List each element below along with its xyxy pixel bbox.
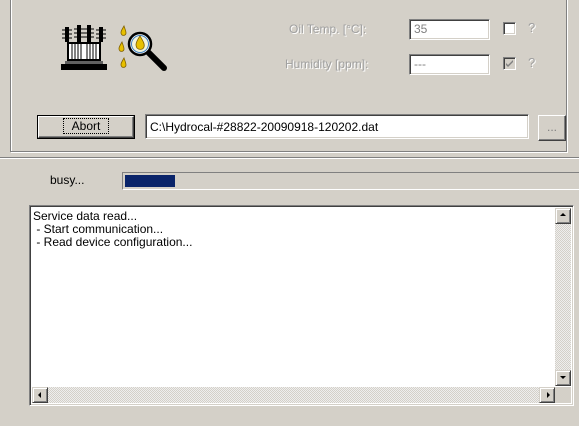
separator-highlight <box>0 158 579 159</box>
horizontal-scrollbar[interactable] <box>32 387 555 403</box>
oil-drop-magnifier-icon <box>118 24 172 79</box>
progress-bar <box>122 172 579 190</box>
arrow-down-icon <box>560 376 566 379</box>
log-line: - Read device configuration... <box>33 235 193 249</box>
oil-temp-checkbox[interactable] <box>503 22 516 35</box>
scrollbar-corner <box>555 387 571 403</box>
arrow-right-icon <box>547 392 550 398</box>
transformer-icon <box>57 24 111 77</box>
progress-fill <box>125 175 175 187</box>
abort-button[interactable]: Abort <box>37 115 135 139</box>
scroll-down-button[interactable] <box>555 370 571 386</box>
vertical-scrollbar[interactable] <box>555 208 571 386</box>
humidity-label: Humidity [ppm]: <box>285 57 369 71</box>
scroll-right-button[interactable] <box>539 387 555 403</box>
scroll-left-button[interactable] <box>32 387 48 403</box>
humidity-checkbox[interactable] <box>503 57 516 70</box>
oil-temp-label: Oil Temp. [°C]: <box>289 22 367 36</box>
abort-button-label: Abort <box>62 118 110 134</box>
oil-temp-field[interactable]: 35 <box>409 19 490 40</box>
oil-temp-help-mark: ? <box>528 20 536 35</box>
arrow-up-icon <box>560 213 566 216</box>
browse-button[interactable]: ... <box>538 115 566 141</box>
scroll-up-button[interactable] <box>555 208 571 224</box>
log-lines: Service data read... - Start communicati… <box>33 210 192 249</box>
status-text: busy... <box>50 173 85 187</box>
file-path-field[interactable]: C:\Hydrocal-#28822-20090918-120202.dat <box>145 114 529 139</box>
arrow-left-icon <box>38 392 41 398</box>
humidity-field[interactable]: --- <box>409 54 490 75</box>
log-textarea[interactable]: Service data read... - Start communicati… <box>29 205 574 406</box>
checkmark-icon <box>506 60 513 67</box>
humidity-help-mark: ? <box>528 55 536 70</box>
